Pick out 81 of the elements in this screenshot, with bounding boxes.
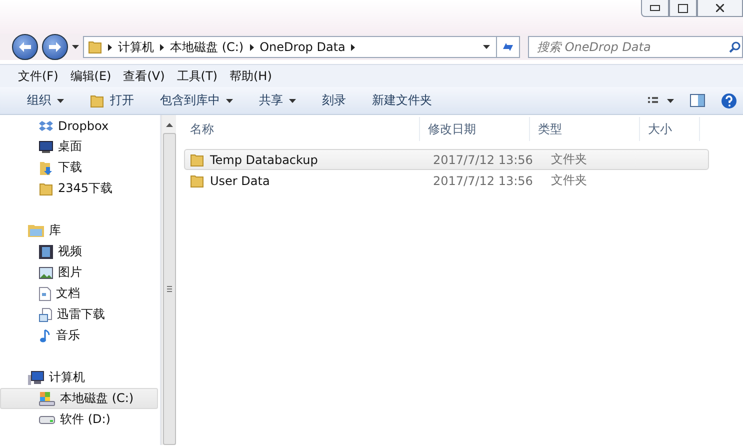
- toolbar-button[interactable]: 刻录: [309, 90, 359, 112]
- computer-icon: [28, 370, 44, 384]
- file-name: User Data: [210, 174, 270, 188]
- folder-icon: [190, 152, 204, 166]
- file-name: Temp Databackup: [210, 152, 318, 166]
- caret-icon: [72, 45, 79, 49]
- toolbar-button[interactable]: 包含到库中: [147, 90, 246, 112]
- sidebar-item[interactable]: 文档: [0, 283, 158, 304]
- sidebar-item[interactable]: 音乐: [0, 325, 158, 346]
- folder-icon: [190, 174, 204, 188]
- file-row[interactable]: User Data 2017/7/12 13:56 文件夹: [184, 170, 709, 191]
- sidebar-item[interactable]: 本地磁盘 (C:): [0, 388, 158, 409]
- back-button[interactable]: [12, 34, 38, 60]
- menu-item[interactable]: 编辑(E): [70, 68, 112, 84]
- refresh-icon: [501, 41, 515, 53]
- sidebar-item[interactable]: 软件 (D:): [0, 409, 158, 430]
- toolbar-button[interactable]: 打开: [77, 90, 147, 112]
- chevron-icon: [250, 44, 254, 50]
- document-icon: [39, 286, 51, 300]
- view-options-icon[interactable]: [648, 96, 674, 106]
- monitor-icon: [39, 140, 53, 152]
- toolbar-button[interactable]: 共享: [246, 90, 309, 112]
- sidebar-item[interactable]: 2345下载: [0, 178, 158, 199]
- image-icon: [39, 266, 53, 278]
- minimize-button[interactable]: [641, 0, 669, 17]
- sidebar-item[interactable]: 视频: [0, 241, 158, 262]
- column-header[interactable]: 大小: [640, 117, 700, 141]
- folder-icon: [39, 182, 53, 196]
- chevron-icon: [351, 44, 356, 50]
- column-header[interactable]: 名称: [182, 117, 420, 141]
- sidebar-item[interactable]: 下载: [0, 157, 158, 178]
- film-icon: [39, 244, 53, 258]
- file-type: 文件夹: [550, 151, 588, 168]
- menu-item[interactable]: 工具(T): [176, 68, 218, 84]
- breadcrumb[interactable]: 本地磁盘 (C:): [170, 38, 244, 56]
- scroll-up-icon[interactable]: [166, 123, 172, 127]
- drive-icon: [39, 392, 55, 406]
- music-note-icon: [39, 328, 51, 342]
- menu-item[interactable]: 文件(F): [18, 68, 58, 84]
- search-icon: [729, 41, 741, 53]
- breadcrumb[interactable]: OneDrop Data: [260, 40, 346, 54]
- scrollbar-thumb[interactable]: [162, 132, 176, 445]
- sidebar-item[interactable]: 图片: [0, 262, 158, 283]
- file-type: 文件夹: [550, 172, 588, 189]
- folder-icon: [88, 40, 102, 54]
- forward-button[interactable]: [42, 34, 68, 60]
- column-header[interactable]: 修改日期: [420, 117, 530, 141]
- close-button[interactable]: [697, 0, 743, 17]
- toolbar-button[interactable]: 新建文件夹: [359, 90, 445, 112]
- maximize-icon: [678, 4, 688, 12]
- modified-date: 2017/7/12 13:56: [432, 174, 534, 188]
- folder-icon: [90, 94, 104, 108]
- toolbar-button[interactable]: 组织: [14, 90, 77, 112]
- address-bar[interactable]: 计算机 本地磁盘 (C:) OneDrop Data: [83, 36, 520, 58]
- preview-pane-icon[interactable]: [690, 94, 705, 107]
- help-icon[interactable]: [721, 92, 737, 108]
- sidebar-item[interactable]: Dropbox: [0, 115, 158, 136]
- drive-icon: [39, 416, 55, 424]
- modified-date: 2017/7/12 13:56: [432, 152, 534, 166]
- maximize-button[interactable]: [669, 0, 697, 17]
- forward-arrow-icon: [49, 42, 61, 52]
- download-folder-icon: [39, 160, 53, 174]
- menu-item[interactable]: 查看(V): [123, 68, 165, 84]
- chevron-icon: [160, 44, 164, 50]
- sidebar-item[interactable]: 桌面: [0, 136, 158, 157]
- search-field[interactable]: 搜索 OneDrop Data: [528, 36, 743, 58]
- sidebar-item[interactable]: 迅雷下载: [0, 304, 158, 325]
- back-arrow-icon: [19, 42, 31, 52]
- minimize-icon: [650, 5, 660, 11]
- menu-item[interactable]: 帮助(H): [230, 68, 272, 84]
- file-row[interactable]: Temp Databackup 2017/7/12 13:56 文件夹: [184, 149, 709, 170]
- box-icon: [39, 120, 53, 132]
- breadcrumb[interactable]: 计算机: [118, 38, 154, 56]
- chevron-icon: [108, 44, 112, 50]
- library-folder-icon: [28, 224, 44, 237]
- nav-group-label[interactable]: 库: [49, 222, 61, 239]
- document-icon: [39, 308, 52, 322]
- column-header[interactable]: 类型: [530, 117, 640, 141]
- caret-icon: [483, 45, 490, 49]
- nav-group-label[interactable]: 计算机: [49, 369, 85, 386]
- close-icon: [716, 4, 724, 12]
